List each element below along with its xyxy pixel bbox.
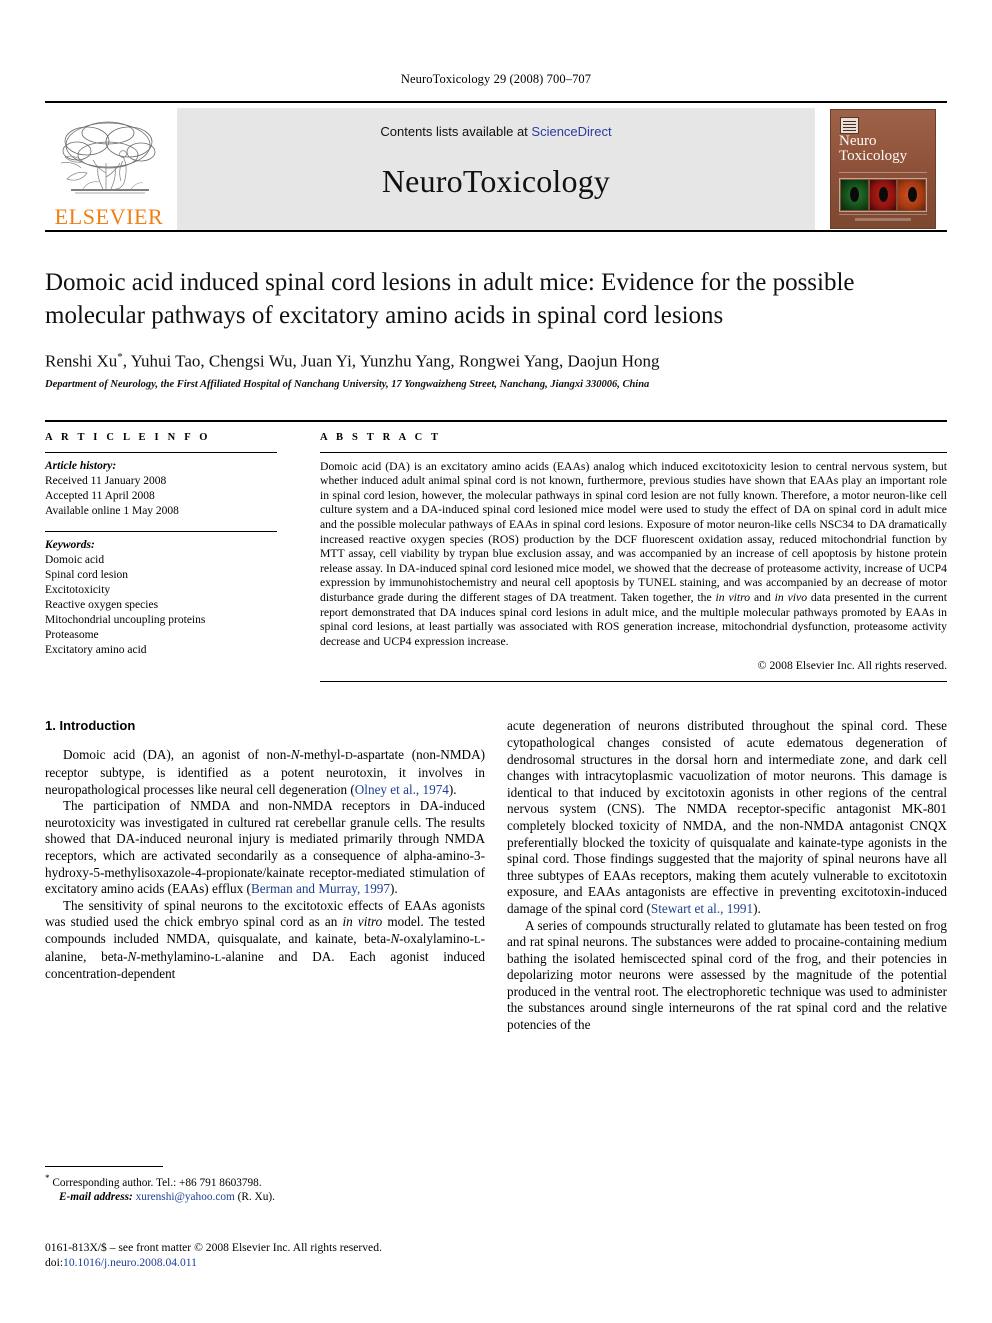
doi-label: doi: <box>45 1256 64 1269</box>
cell-nucleus-icon <box>907 186 917 202</box>
keyword-item: Proteasome <box>45 628 99 641</box>
citation-link[interactable]: Berman and Murray, 1997 <box>251 881 390 896</box>
cover-micrograph-green <box>841 180 868 210</box>
text: Domoic acid (DA), an agonist of non- <box>63 747 291 763</box>
running-head: NeuroToxicology 29 (2008) 700–707 <box>400 72 592 86</box>
keyword-item: Excitatory amino acid <box>45 643 147 656</box>
article-info-column: A R T I C L E I N F O Article history: R… <box>45 432 277 683</box>
paragraph: A series of compounds structurally relat… <box>507 918 947 1034</box>
cover-micrograph-orange <box>898 180 926 210</box>
text: -methyl- <box>299 747 345 763</box>
citation-link[interactable]: Olney et al., 1974 <box>355 782 449 797</box>
journal-masthead: ELSEVIER Contents lists available at Sci… <box>45 101 947 230</box>
journal-title: NeuroToxicology <box>381 163 611 199</box>
cover-title-line1: Neuro <box>839 133 877 149</box>
journal-article-page: NeuroToxicology 29 (2008) 700–707 ELSEVI… <box>0 0 992 1323</box>
author-first: Renshi Xu <box>45 351 118 371</box>
abstract-copyright: © 2008 Elsevier Inc. All rights reserved… <box>757 659 947 673</box>
footnote-marker: * <box>45 1173 50 1183</box>
abstract-italic-in-vitro: in vitro <box>715 591 751 604</box>
italic-N: N <box>390 930 400 946</box>
abstract-italic-in-vivo: in vivo <box>774 591 808 604</box>
cover-image: Neuro Toxicology <box>830 109 936 229</box>
contents-available-line: Contents lists available at ScienceDirec… <box>380 124 611 139</box>
paragraph: acute degeneration of neurons distribute… <box>507 718 947 917</box>
text: acute degeneration of neurons distribute… <box>507 718 947 916</box>
footnote-rule <box>45 1166 163 1167</box>
paragraph: The sensitivity of spinal neurons to the… <box>45 898 485 983</box>
elsevier-logo: ELSEVIER <box>45 108 173 230</box>
footnote-area: * Corresponding author. Tel.: +86 791 86… <box>45 1166 485 1204</box>
abstract-heading: A B S T R A C T <box>320 431 442 443</box>
email-suffix: (R. Xu). <box>234 1190 275 1203</box>
elsevier-tree-icon <box>53 117 165 205</box>
introduction-heading: 1. Introduction <box>45 718 136 734</box>
doi-link[interactable]: 10.1016/j.neuro.2008.04.011 <box>63 1256 197 1269</box>
article-history-group: Article history: Received 11 January 200… <box>45 453 277 519</box>
text: -methylamino- <box>136 948 215 964</box>
text: -oxalylamino- <box>399 930 474 946</box>
keyword-item: Domoic acid <box>45 553 105 566</box>
keywords-label: Keywords: <box>45 538 95 551</box>
keyword-item: Reactive oxygen species <box>45 598 159 611</box>
citation-link[interactable]: Stewart et al., 1991 <box>651 901 753 916</box>
keyword-item: Spinal cord lesion <box>45 568 129 581</box>
right-column: acute degeneration of neurons distribute… <box>507 718 947 1033</box>
sciencedirect-link[interactable]: ScienceDirect <box>531 124 611 139</box>
paragraph: Domoic acid (DA), an agonist of non-N-me… <box>45 747 485 798</box>
contents-prefix: Contents lists available at <box>380 124 532 139</box>
text: A series of compounds structurally relat… <box>507 917 947 1033</box>
cover-micrograph-red <box>869 180 897 210</box>
italic-in-vitro: in vitro <box>342 914 383 930</box>
article-info-heading: A R T I C L E I N F O <box>45 431 211 443</box>
info-abstract-section: A R T I C L E I N F O Article history: R… <box>45 419 947 683</box>
cover-title-line2: Toxicology <box>839 148 908 164</box>
cover-footer-band <box>839 214 927 221</box>
body-columns: 1. Introduction Domoic acid (DA), an ago… <box>45 718 947 1033</box>
email-link[interactable]: xurenshi@yahoo.com <box>136 1191 235 1203</box>
journal-cover-thumbnail: Neuro Toxicology <box>819 108 947 230</box>
accepted-date: Accepted 11 April 2008 <box>45 489 155 502</box>
abstract-text: Domoic acid (DA) is an excitatory amino … <box>320 453 947 650</box>
article-title: Domoic acid induced spinal cord lesions … <box>45 269 855 329</box>
italic-N: N <box>127 948 137 964</box>
corresponding-author-text: Corresponding author. Tel.: +86 791 8603… <box>52 1176 262 1189</box>
cover-society-logo-icon <box>840 117 859 134</box>
affiliation: Department of Neurology, the First Affil… <box>45 378 650 390</box>
keyword-item: Mitochondrial uncoupling proteins <box>45 613 206 626</box>
abstract-bottom-rule <box>320 681 947 683</box>
text: ). <box>448 781 457 797</box>
imprint-block: 0161-813X/$ – see front matter © 2008 El… <box>45 1240 565 1270</box>
abstract-part-1: Domoic acid (DA) is an excitatory amino … <box>320 459 947 604</box>
journal-band: Contents lists available at ScienceDirec… <box>177 108 815 230</box>
doi-line: doi:10.1016/j.neuro.2008.04.011 <box>45 1255 565 1270</box>
cover-micrograph-strip <box>839 178 927 212</box>
cell-nucleus-icon <box>850 186 860 202</box>
smallcap-L: L <box>473 933 481 946</box>
text: ). <box>753 900 761 916</box>
author-list: Renshi Xu*, Yuhui Tao, Chengsi Wu, Juan … <box>45 351 947 372</box>
abstract-column: A B S T R A C T Domoic acid (DA) is an e… <box>320 432 947 683</box>
author-rest: , Yuhui Tao, Chengsi Wu, Juan Yi, Yunzhu… <box>122 351 660 371</box>
smallcap-D: D <box>344 750 353 763</box>
elsevier-wordmark: ELSEVIER <box>54 204 164 229</box>
corresponding-author-note: * Corresponding author. Tel.: +86 791 86… <box>45 1171 485 1190</box>
cover-divider <box>839 172 927 173</box>
cell-nucleus-icon <box>879 186 888 202</box>
title-block: Domoic acid induced spinal cord lesions … <box>45 232 947 390</box>
italic-N: N <box>290 747 300 763</box>
abstract-part-2: and <box>750 591 775 604</box>
received-date: Received 11 January 2008 <box>45 474 167 487</box>
left-column: 1. Introduction Domoic acid (DA), an ago… <box>45 718 485 1033</box>
front-matter-line: 0161-813X/$ – see front matter © 2008 El… <box>45 1241 382 1254</box>
text: ). <box>389 881 398 897</box>
keyword-item: Excitotoxicity <box>45 583 111 596</box>
keywords-group: Keywords: Domoic acid Spinal cord lesion… <box>45 532 277 658</box>
email-label: E-mail address: <box>59 1190 133 1203</box>
available-online-date: Available online 1 May 2008 <box>45 504 179 517</box>
paragraph: The participation of NMDA and non-NMDA r… <box>45 798 485 898</box>
email-note: E-mail address: xurenshi@yahoo.com (R. X… <box>45 1190 485 1204</box>
article-history-label: Article history: <box>45 459 117 472</box>
cover-title: Neuro Toxicology <box>839 134 907 164</box>
